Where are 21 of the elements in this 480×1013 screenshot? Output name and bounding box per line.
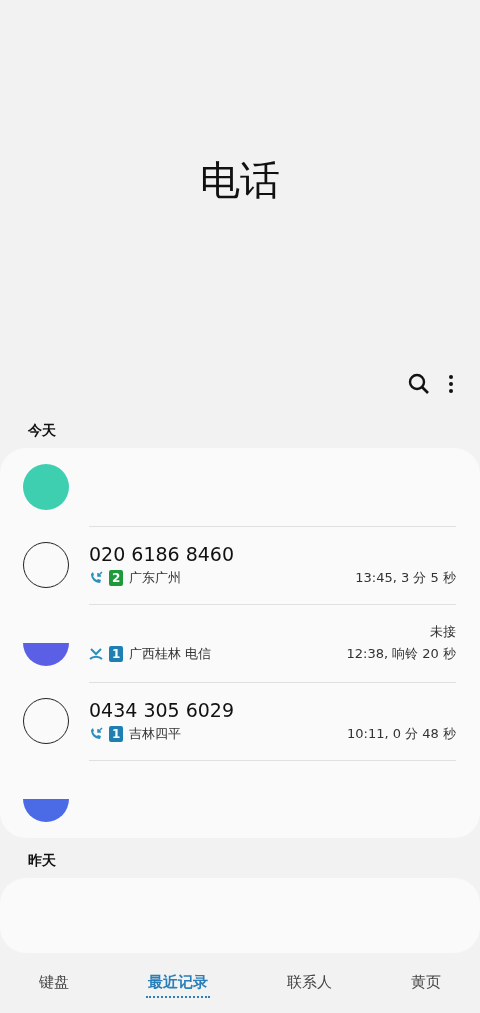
call-detail: 12:38, 响铃 20 秒 xyxy=(346,644,456,663)
section-header: 昨天 xyxy=(27,851,57,870)
call-location: 吉林四平 xyxy=(129,724,182,743)
nav-tab[interactable]: 黄页 xyxy=(408,968,443,998)
more-options-icon[interactable] xyxy=(448,374,454,394)
call-location: 广东广州 xyxy=(129,568,182,587)
call-detail: 10:11, 0 分 48 秒 xyxy=(347,724,456,743)
section-header: 今天 xyxy=(27,421,57,440)
sim-badge: 1 xyxy=(109,725,124,742)
sim-badge: 2 xyxy=(109,569,124,586)
call-location: 广西桂林 电信 xyxy=(129,644,212,663)
sim-badge: 1 xyxy=(109,645,124,662)
nav-tab[interactable]: 最近记录 xyxy=(146,968,211,998)
app-title: 电话 xyxy=(200,155,280,205)
phone-number: 0434 305 6029 xyxy=(89,698,235,721)
nav-tab[interactable]: 键盘 xyxy=(37,968,72,998)
nav-tab[interactable]: 联系人 xyxy=(284,968,334,998)
search-icon[interactable] xyxy=(408,373,430,395)
call-status: 未接 xyxy=(430,622,456,641)
phone-number: 020 6186 8460 xyxy=(89,542,235,565)
call-detail: 13:45, 3 分 5 秒 xyxy=(355,568,456,587)
